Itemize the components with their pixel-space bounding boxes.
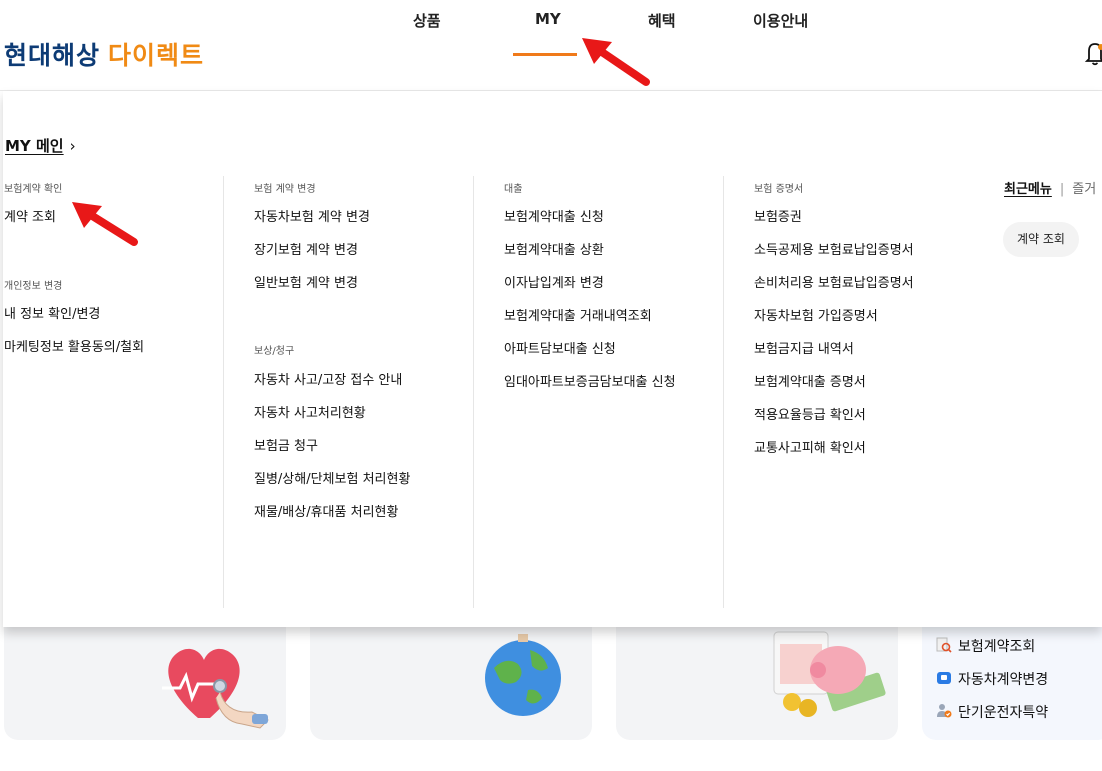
menu-link[interactable]: 마케팅정보 활용동의/철회 [4, 336, 144, 355]
logo-text-direct: 다이렉트 [108, 41, 205, 70]
menu-link[interactable]: 아파트담보대출 신청 [504, 338, 616, 357]
menu-link[interactable]: 보험금 청구 [254, 435, 318, 454]
global-nav: 상품 MY 혜택 이용안내 [0, 10, 1102, 34]
menu-link[interactable]: 일반보험 계약 변경 [254, 272, 358, 291]
menu-link[interactable]: 자동차보험 가입증명서 [754, 305, 878, 324]
menu-link[interactable]: 임대아파트보증금담보대출 신청 [504, 371, 676, 390]
menu-column-2: 보험 계약 변경 자동차보험 계약 변경 장기보험 계약 변경 일반보험 계약 … [223, 176, 473, 608]
nav-guide[interactable]: 이용안내 [753, 10, 808, 31]
nav-products[interactable]: 상품 [413, 10, 441, 31]
tab-favorites[interactable]: 즐거 [1072, 182, 1096, 197]
recent-menu-tabs: 최근메뉴 | 즐거 [1004, 178, 1096, 197]
menu-link[interactable]: 보험계약대출 증명서 [754, 371, 866, 390]
chevron-right-icon: › [69, 137, 76, 155]
section-title: 대출 [504, 184, 523, 195]
quick-item-label: 보험계약조회 [958, 639, 1036, 655]
active-nav-indicator [513, 53, 577, 56]
document-search-icon [936, 637, 952, 653]
my-mega-menu: MY 메인 › 보험계약 확인 계약 조회 개인정보 변경 내 정보 확인/변경 … [3, 91, 1102, 627]
quick-item-car-change[interactable]: 자동차계약변경 [937, 669, 1049, 689]
nav-benefits[interactable]: 혜택 [648, 10, 676, 31]
menu-link[interactable]: 보험증권 [754, 206, 802, 225]
menu-link[interactable]: 보험계약대출 상환 [504, 239, 604, 258]
heart-stethoscope-icon [162, 648, 269, 729]
car-icon [937, 672, 951, 684]
menu-link[interactable]: 보험계약대출 신청 [504, 206, 604, 225]
tab-recent-menu[interactable]: 최근메뉴 [1004, 182, 1052, 197]
logo-text-main: 현대해상 [4, 41, 101, 70]
my-main-link[interactable]: MY 메인 › [5, 135, 76, 156]
menu-link[interactable]: 교통사고피해 확인서 [754, 437, 866, 456]
quick-item-label: 자동차계약변경 [958, 672, 1049, 688]
menu-column-3: 대출 보험계약대출 신청 보험계약대출 상환 이자납입계좌 변경 보험계약대출 … [473, 176, 723, 608]
recent-chip-contract-inquiry[interactable]: 계약 조회 [1003, 222, 1079, 257]
logo[interactable]: 현대해상 다이렉트 [4, 36, 204, 72]
quick-item-label: 단기운전자특약 [958, 705, 1049, 721]
menu-link[interactable]: 질병/상해/단체보험 처리현황 [254, 468, 410, 487]
menu-link[interactable]: 보험금지급 내역서 [754, 338, 854, 357]
nav-my[interactable]: MY [535, 10, 561, 28]
menu-link-contract-inquiry[interactable]: 계약 조회 [4, 206, 56, 225]
section-title: 개인정보 변경 [4, 281, 63, 292]
menu-link[interactable]: 자동차 사고/고장 접수 안내 [254, 369, 402, 388]
quick-item-contract-inquiry[interactable]: 보험계약조회 [936, 636, 1036, 656]
section-title: 보험계약 확인 [4, 184, 63, 195]
globe-icon [485, 634, 561, 716]
quick-item-short-term-driver[interactable]: 단기운전자특약 [937, 702, 1049, 722]
site-header: 현대해상 다이렉트 상품 MY 혜택 이용안내 [0, 0, 1102, 91]
annotation-arrow-icon [72, 202, 138, 246]
menu-link[interactable]: 자동차 사고처리현황 [254, 402, 366, 421]
menu-link[interactable]: 보험계약대출 거래내역조회 [504, 305, 652, 324]
menu-link[interactable]: 이자납입계좌 변경 [504, 272, 604, 291]
section-title: 보상/청구 [254, 346, 295, 357]
section-title: 보험 계약 변경 [254, 184, 316, 195]
piggy-bank-icon [773, 631, 886, 717]
menu-link[interactable]: 재물/배상/휴대품 처리현황 [254, 501, 398, 520]
menu-link[interactable]: 자동차보험 계약 변경 [254, 206, 370, 225]
menu-column-4: 보험 증명서 보험증권 소득공제용 보험료납입증명서 손비처리용 보험료납입증명… [723, 176, 973, 608]
annotation-arrow-icon [582, 38, 650, 86]
tab-divider: | [1059, 182, 1065, 197]
menu-link[interactable]: 손비처리용 보험료납입증명서 [754, 272, 914, 291]
section-title: 보험 증명서 [754, 184, 804, 195]
my-main-label: MY 메인 [5, 137, 64, 155]
bell-icon[interactable] [1084, 40, 1102, 66]
person-check-icon [937, 704, 952, 718]
menu-link[interactable]: 적용요율등급 확인서 [754, 404, 866, 423]
menu-link[interactable]: 소득공제용 보험료납입증명서 [754, 239, 914, 258]
menu-link[interactable]: 장기보험 계약 변경 [254, 239, 358, 258]
menu-link[interactable]: 내 정보 확인/변경 [4, 303, 100, 322]
